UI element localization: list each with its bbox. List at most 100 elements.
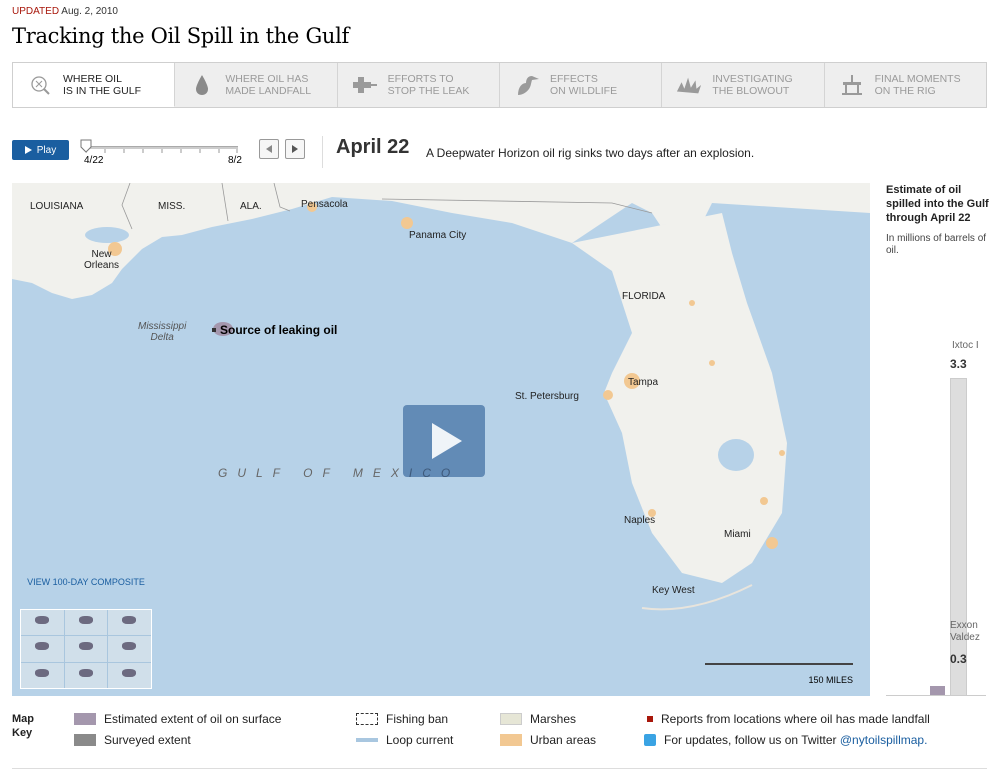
label-naples: Naples	[624, 515, 656, 526]
source-dot-icon	[212, 328, 216, 332]
thumbnail[interactable]	[108, 610, 151, 636]
gulf-map[interactable]: LOUISIANA MISS. ALA. Pensacola Panama Ci…	[12, 183, 870, 696]
map-key: Map Key Estimated extent of oil on surfa…	[12, 712, 987, 752]
label-key-west: Key West	[652, 585, 695, 596]
thumbnail[interactable]	[64, 636, 108, 662]
timeline-controls: Play 4/22 8/2 April 22 A Deepwater Horiz…	[12, 136, 987, 168]
tab-label: EFFORTS TO STOP THE LEAK	[387, 73, 470, 97]
thumbnail[interactable]	[64, 610, 108, 636]
estimate-unit: In millions of barrels of oil.	[886, 233, 987, 256]
prev-step-button[interactable]	[259, 139, 279, 159]
key-label: Loop current	[386, 733, 454, 747]
scale-bar: 150 MILES	[705, 663, 853, 685]
video-play-button[interactable]	[403, 405, 485, 477]
key-marshes: Marshes	[500, 712, 576, 726]
next-step-button[interactable]	[285, 139, 305, 159]
tab-final-moments[interactable]: FINAL MOMENTS ON THE RIG	[824, 63, 986, 107]
updated-label: UPDATED	[12, 6, 60, 17]
thumbnail[interactable]	[64, 662, 108, 688]
swatch-landfall	[647, 716, 653, 722]
twitter-text: For updates, follow us on Twitter @nytoi…	[664, 733, 927, 747]
tab-investigating-blowout[interactable]: INVESTIGATING THE BLOWOUT	[662, 63, 825, 107]
updated-timestamp: UPDATED Aug. 2, 2010	[12, 6, 118, 17]
pipe-valve-icon	[352, 72, 378, 98]
swatch-urban	[500, 734, 522, 746]
exxon-label: Exxon Valdez	[950, 620, 980, 643]
tab-label: WHERE OIL IS IN THE GULF	[63, 72, 141, 97]
tab-where-oil-is[interactable]: WHERE OIL IS IN THE GULF	[13, 63, 176, 107]
tab-label: INVESTIGATING THE BLOWOUT	[712, 73, 793, 97]
magnifier-icon	[27, 72, 53, 98]
label-pensacola: Pensacola	[301, 199, 348, 210]
tab-where-oil-landfall[interactable]: WHERE OIL HAS MADE LANDFALL	[175, 63, 338, 107]
slider-start-label: 4/22	[84, 155, 104, 166]
key-landfall-reports: Reports from locations where oil has mad…	[644, 712, 930, 726]
key-label: Reports from locations where oil has mad…	[661, 712, 930, 726]
pelican-icon	[514, 72, 540, 98]
thumbnail[interactable]	[108, 662, 151, 688]
swatch-marshes	[500, 713, 522, 725]
label-st-petersburg: St. Petersburg	[515, 391, 579, 402]
scale-line	[705, 663, 853, 665]
thumbnail[interactable]	[21, 662, 64, 688]
updated-date: Aug. 2, 2010	[61, 6, 118, 17]
tab-stop-the-leak[interactable]: EFFORTS TO STOP THE LEAK	[337, 63, 500, 107]
estimate-title: Estimate of oil spilled into the Gulf th…	[886, 184, 989, 224]
key-label: Marshes	[530, 712, 577, 726]
label-panama-city: Panama City	[409, 230, 467, 241]
tab-label: WHERE OIL HAS MADE LANDFALL	[225, 73, 312, 97]
slider-handle[interactable]	[80, 139, 92, 153]
label-mississippi: MISS.	[158, 201, 186, 212]
key-label: Estimated extent of oil on surface	[104, 712, 282, 726]
key-oil-extent: Estimated extent of oil on surface	[74, 712, 281, 726]
thumbnail[interactable]	[21, 636, 64, 662]
thumbnail[interactable]	[108, 636, 151, 662]
oil-estimate-panel: Estimate of oil spilled into the Gulf th…	[886, 183, 991, 696]
lake-pontchartrain	[85, 227, 129, 243]
play-icon	[24, 146, 32, 154]
scale-label: 150 MILES	[808, 675, 853, 685]
label-mississippi-delta: Mississippi Delta	[138, 321, 187, 343]
event-caption: A Deepwater Horizon oil rig sinks two da…	[426, 146, 755, 160]
label-new-orleans: New Orleans	[84, 249, 120, 271]
composite-thumbnails[interactable]	[20, 609, 152, 689]
key-urban-areas: Urban areas	[500, 733, 596, 747]
ixtoc-value: 3.3	[950, 357, 967, 371]
play-button[interactable]: Play	[12, 140, 69, 160]
baseline	[886, 695, 986, 696]
label-miami: Miami	[724, 529, 751, 540]
key-label: Urban areas	[530, 733, 597, 747]
divider	[322, 136, 323, 168]
twitter-icon	[644, 734, 656, 746]
arrow-right-icon	[292, 145, 298, 153]
key-fishing-ban: Fishing ban	[356, 712, 448, 726]
date-slider[interactable]: 4/22 8/2	[80, 139, 245, 166]
swatch-fishing-ban	[356, 713, 378, 725]
thumbnail[interactable]	[21, 610, 64, 636]
arrow-left-icon	[266, 145, 272, 153]
label-louisiana: LOUISIANA	[30, 201, 84, 212]
explosion-icon	[676, 72, 702, 98]
swatch-surveyed	[74, 734, 96, 746]
section-tabs: WHERE OIL IS IN THE GULF WHERE OIL HAS M…	[12, 62, 987, 108]
view-composite-link[interactable]: VIEW 100-DAY COMPOSITE	[20, 577, 152, 588]
ixtoc-label: Ixtoc I	[952, 340, 979, 351]
key-label: Surveyed extent	[104, 733, 191, 747]
oil-drop-icon	[189, 72, 215, 98]
exxon-value: 0.3	[950, 652, 967, 666]
play-label: Play	[36, 144, 57, 156]
key-loop-current: Loop current	[356, 733, 453, 747]
key-label: For updates, follow us on Twitter	[664, 733, 840, 747]
oil-rig-icon	[839, 72, 865, 98]
ixtoc-bar	[950, 378, 967, 696]
key-label: Fishing ban	[386, 712, 449, 726]
twitter-link[interactable]: @nytoilspillmap.	[840, 733, 928, 747]
tab-label: FINAL MOMENTS ON THE RIG	[874, 73, 961, 97]
tab-effects-wildlife[interactable]: EFFECTS ON WILDLIFE	[499, 63, 663, 107]
tab-label: EFFECTS ON WILDLIFE	[549, 73, 618, 97]
label-florida: FLORIDA	[622, 291, 666, 302]
label-tampa: Tampa	[628, 377, 659, 388]
page-title: Tracking the Oil Spill in the Gulf	[12, 24, 350, 48]
source-marker[interactable]: Source of leaking oil	[212, 323, 337, 337]
play-icon	[432, 423, 462, 459]
